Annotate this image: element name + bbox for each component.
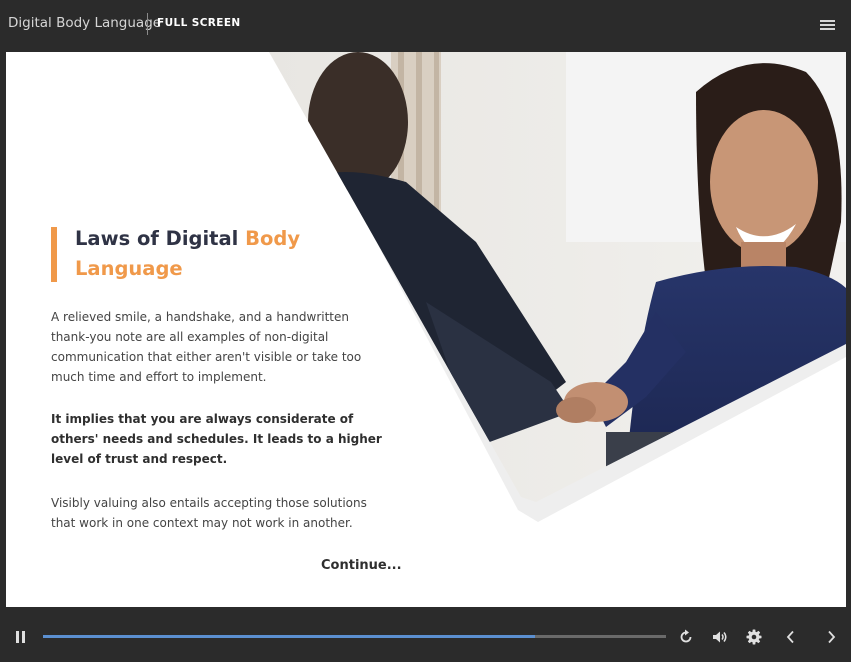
slide-title-main: Laws of Digital (75, 227, 239, 250)
pause-icon (16, 631, 25, 643)
menu-icon (820, 20, 835, 30)
volume-icon (713, 631, 727, 643)
volume-button[interactable] (711, 628, 729, 646)
title-accent-bar (51, 227, 57, 282)
previous-button[interactable] (782, 628, 800, 646)
slide-title: Laws of Digital Body Language (75, 224, 335, 284)
slide-content: Laws of Digital Body Language A relieved… (6, 52, 846, 607)
progress-bar[interactable] (43, 635, 666, 638)
fullscreen-button[interactable]: FULL SCREEN (157, 17, 241, 29)
top-bar: Digital Body Language FULL SCREEN (0, 0, 851, 48)
body-paragraph-3: Visibly valuing also entails accepting t… (51, 496, 367, 530)
player-controls (0, 612, 851, 662)
pause-button[interactable] (12, 628, 30, 646)
title-divider (147, 13, 148, 35)
app-title: Digital Body Language (8, 15, 162, 31)
previous-icon (786, 630, 794, 644)
menu-button[interactable] (816, 14, 838, 34)
continue-link[interactable]: Continue... (321, 558, 402, 573)
next-button[interactable] (822, 628, 840, 646)
next-icon (828, 630, 836, 644)
progress-bar-fill (43, 635, 536, 638)
settings-button[interactable] (745, 628, 763, 646)
body-paragraph-1: A relieved smile, a handshake, and a han… (51, 310, 362, 384)
replay-icon (680, 629, 692, 643)
replay-button[interactable] (677, 628, 695, 646)
settings-icon (746, 629, 762, 645)
body-paragraph-2: It implies that you are always considera… (51, 412, 382, 466)
